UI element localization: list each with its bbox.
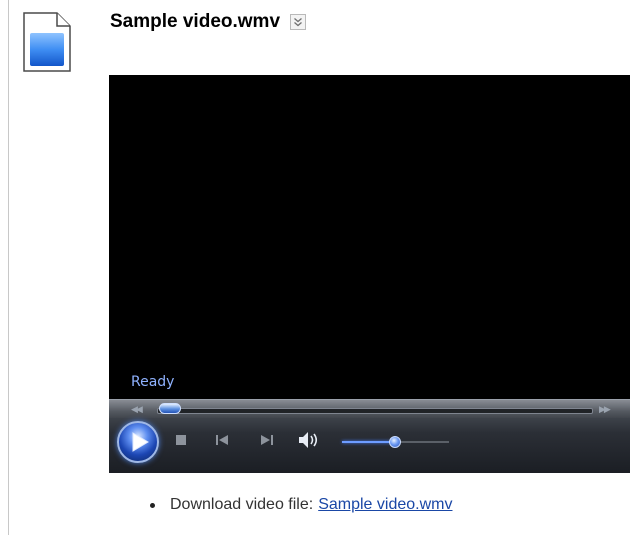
next-icon[interactable]: [260, 434, 274, 446]
seek-bar[interactable]: [157, 408, 593, 414]
left-divider: [8, 0, 9, 535]
seek-thumb[interactable]: [159, 403, 181, 414]
rewind-indicator: ◀◀: [131, 404, 143, 414]
speaker-icon[interactable]: [298, 431, 322, 449]
title-row: Sample video.wmv: [110, 9, 307, 35]
play-button[interactable]: [117, 421, 159, 463]
video-player[interactable]: Ready ◀◀ ▶▶: [109, 75, 630, 473]
file-title: Sample video.wmv: [110, 11, 281, 32]
chevron-double-down-icon: [294, 18, 302, 27]
volume-track-filled[interactable]: [342, 441, 394, 443]
stop-icon[interactable]: [175, 434, 187, 446]
page: Sample video.wmv Ready ◀◀ ▶▶ Download vi…: [0, 0, 630, 535]
expand-button[interactable]: [290, 14, 307, 30]
previous-icon[interactable]: [215, 434, 229, 446]
download-link[interactable]: Sample video.wmv: [318, 496, 452, 514]
download-item: Download video file: Sample video.wmv: [150, 496, 452, 514]
download-label: Download video file:: [170, 496, 314, 513]
volume-track[interactable]: [394, 441, 449, 443]
player-controls: ◀◀ ▶▶: [109, 399, 630, 473]
status-text: Ready: [131, 374, 175, 390]
document-icon: [23, 12, 71, 72]
volume-thumb[interactable]: [389, 436, 401, 448]
fast-forward-indicator: ▶▶: [599, 404, 611, 414]
play-icon: [132, 432, 149, 452]
bullet-icon: [150, 502, 155, 508]
